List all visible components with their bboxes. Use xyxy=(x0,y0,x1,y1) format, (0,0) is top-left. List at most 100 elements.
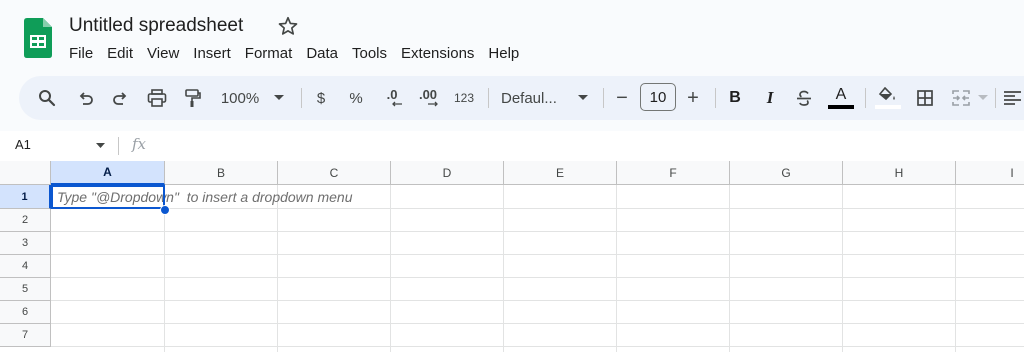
column-header-a[interactable]: A xyxy=(51,161,165,185)
menu-data[interactable]: Data xyxy=(299,43,345,65)
search-menus-button[interactable] xyxy=(33,76,61,120)
selected-cell-a1[interactable] xyxy=(51,185,165,209)
sheets-app: Untitled spreadsheet File Edit View Inse… xyxy=(0,0,1024,352)
column-header-c[interactable]: C xyxy=(278,161,391,185)
decrease-decimal-button[interactable]: .0 xyxy=(379,76,405,120)
column-header-b[interactable]: B xyxy=(165,161,278,185)
grid-line xyxy=(51,254,1024,255)
undo-button[interactable] xyxy=(72,76,100,120)
sheets-logo-icon[interactable] xyxy=(24,18,52,58)
bold-button[interactable]: B xyxy=(725,76,745,120)
arrow-left-icon xyxy=(392,101,402,107)
text-color-letter: A xyxy=(835,86,847,103)
merge-dropdown-button[interactable] xyxy=(977,76,989,120)
menu-tools[interactable]: Tools xyxy=(345,43,394,65)
formula-bar: A1 fx xyxy=(0,131,1024,162)
fx-icon: fx xyxy=(132,135,147,153)
grid-line xyxy=(955,185,956,352)
grid-line xyxy=(51,231,1024,232)
font-dropdown-button[interactable] xyxy=(576,76,590,120)
select-all-corner[interactable] xyxy=(0,161,51,185)
merge-cells-button[interactable] xyxy=(949,76,973,120)
toolbar: 100% $ % .0 .00 123 Defaul... − 10 + B I xyxy=(19,76,1024,120)
grid-line xyxy=(503,185,504,352)
align-icon xyxy=(1004,91,1021,105)
font-select[interactable]: Defaul... xyxy=(501,76,565,120)
redo-button[interactable] xyxy=(106,76,134,120)
fill-color-button[interactable] xyxy=(874,76,902,120)
toolbar-divider xyxy=(301,88,302,108)
more-formats-button[interactable]: 123 xyxy=(449,76,479,120)
decrease-font-size-button[interactable]: − xyxy=(612,76,632,120)
strikethrough-button[interactable] xyxy=(792,76,816,120)
horizontal-align-button[interactable] xyxy=(1003,76,1024,120)
text-color-button[interactable]: A xyxy=(827,76,855,120)
increase-decimal-label: .00 xyxy=(418,87,438,102)
column-header-f[interactable]: F xyxy=(617,161,730,185)
grid-line xyxy=(277,185,278,352)
grid-line xyxy=(51,277,1024,278)
decrease-decimal-label: .0 xyxy=(386,87,398,102)
grid-line xyxy=(842,185,843,352)
strikethrough-icon xyxy=(797,90,811,106)
column-header-i[interactable]: I xyxy=(956,161,1024,185)
fill-handle[interactable] xyxy=(160,205,170,215)
font-size-input[interactable]: 10 xyxy=(640,83,676,111)
menu-bar: File Edit View Insert Format Data Tools … xyxy=(62,43,526,65)
paint-format-button[interactable] xyxy=(179,76,207,120)
formula-bar-divider xyxy=(118,137,119,155)
grid-line xyxy=(51,208,1024,209)
menu-edit[interactable]: Edit xyxy=(100,43,140,65)
currency-format-button[interactable]: $ xyxy=(312,76,330,120)
merge-cells-icon xyxy=(952,90,970,106)
zoom-select[interactable]: 100% xyxy=(217,76,263,120)
font-dropdown-icon xyxy=(578,95,588,100)
row-header-3[interactable]: 3 xyxy=(0,232,51,255)
row-header-7[interactable]: 7 xyxy=(0,324,51,347)
row-header-4[interactable]: 4 xyxy=(0,255,51,278)
row-header-5[interactable]: 5 xyxy=(0,278,51,301)
grid-line xyxy=(51,300,1024,301)
toolbar-divider xyxy=(488,88,489,108)
menu-file[interactable]: File xyxy=(62,43,100,65)
paint-format-icon xyxy=(185,89,201,107)
toolbar-divider xyxy=(603,88,604,108)
star-icon[interactable] xyxy=(277,15,299,37)
fill-color-swatch xyxy=(875,105,901,109)
print-button[interactable] xyxy=(143,76,171,120)
column-header-h[interactable]: H xyxy=(843,161,956,185)
percent-format-button[interactable]: % xyxy=(346,76,366,120)
grid-line xyxy=(616,185,617,352)
borders-icon xyxy=(917,90,933,106)
column-header-d[interactable]: D xyxy=(391,161,504,185)
arrow-right-icon xyxy=(428,101,438,107)
menu-view[interactable]: View xyxy=(140,43,186,65)
increase-decimal-button[interactable]: .00 xyxy=(413,76,443,120)
toolbar-divider xyxy=(715,88,716,108)
zoom-dropdown-button[interactable] xyxy=(271,76,287,120)
name-box[interactable]: A1 xyxy=(15,137,31,152)
menu-extensions[interactable]: Extensions xyxy=(394,43,481,65)
name-box-dropdown-icon[interactable] xyxy=(96,143,105,148)
toolbar-divider xyxy=(995,88,996,108)
column-header-g[interactable]: G xyxy=(730,161,843,185)
row-header-2[interactable]: 2 xyxy=(0,209,51,232)
italic-button[interactable]: I xyxy=(760,76,780,120)
row-header-1[interactable]: 1 xyxy=(0,185,51,209)
print-icon xyxy=(147,89,167,107)
document-title[interactable]: Untitled spreadsheet xyxy=(69,14,243,38)
merge-dropdown-icon xyxy=(978,95,988,100)
menu-insert[interactable]: Insert xyxy=(186,43,238,65)
grid-line xyxy=(51,323,1024,324)
menu-help[interactable]: Help xyxy=(481,43,526,65)
grid-line xyxy=(729,185,730,352)
menu-format[interactable]: Format xyxy=(238,43,300,65)
row-header-6[interactable]: 6 xyxy=(0,301,51,324)
column-header-e[interactable]: E xyxy=(504,161,617,185)
undo-icon xyxy=(79,92,93,105)
search-icon xyxy=(39,90,56,107)
increase-font-size-button[interactable]: + xyxy=(683,76,703,120)
spreadsheet-grid[interactable]: A B C D E F G H I 1 2 3 4 5 6 7 Type "@D… xyxy=(0,161,1024,352)
grid-line xyxy=(390,185,391,352)
borders-button[interactable] xyxy=(911,76,939,120)
